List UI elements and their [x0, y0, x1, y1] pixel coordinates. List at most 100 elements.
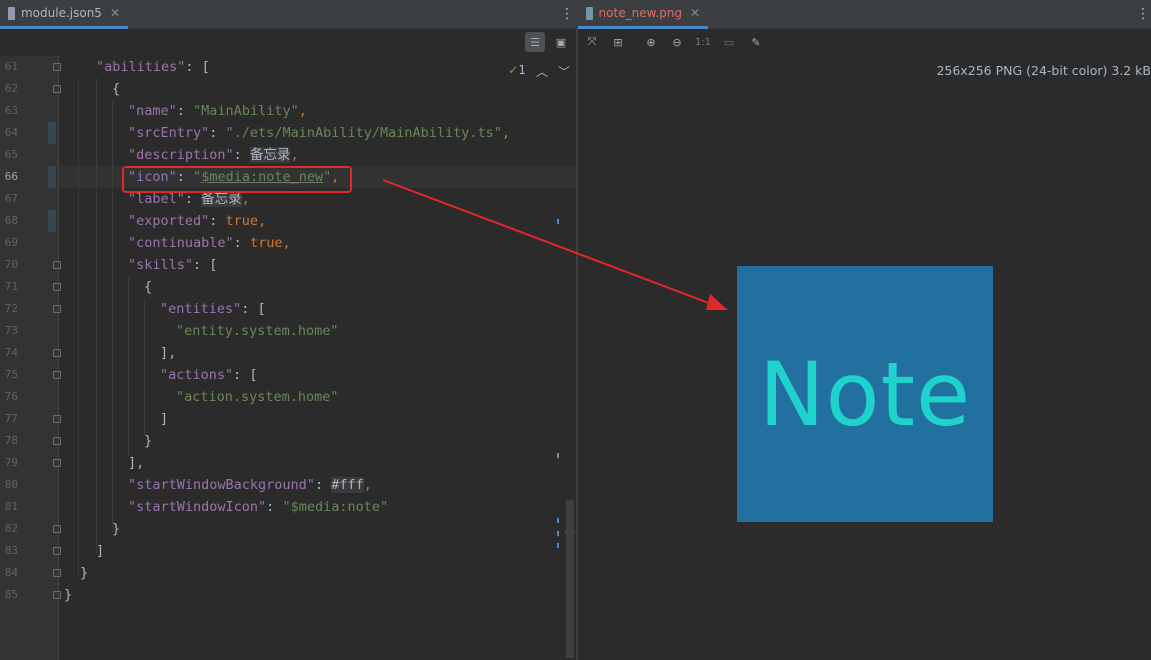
line-number: 74 — [4, 346, 18, 359]
fold-marker-icon[interactable] — [53, 591, 61, 599]
scroll-marker — [557, 453, 559, 458]
preview-view-icon[interactable]: ▣ — [551, 32, 571, 52]
json-key: "actions" — [160, 367, 234, 383]
image-preview: Note — [737, 266, 993, 522]
json-key: "startWindowIcon" — [128, 499, 267, 515]
line-number: 67 — [4, 192, 18, 205]
line-number: 84 — [4, 566, 18, 579]
punct: } — [144, 433, 153, 449]
grid-icon[interactable]: ⊞ — [608, 32, 628, 52]
code-line-65: "description": 备忘录, — [128, 147, 299, 163]
json-string: "entity.system.home" — [176, 323, 339, 339]
change-marker — [48, 210, 56, 232]
line-number: 72 — [4, 302, 18, 315]
line-number: 75 — [4, 368, 18, 381]
line-number: 65 — [4, 148, 18, 161]
image-file-icon — [586, 6, 593, 20]
viewer-toolbar: ⤧ ⊞ ⊕ ⊖ 1:1 ▭ ✎ 256x256 PNG (24-bit colo… — [578, 29, 1151, 78]
line-number: 63 — [4, 104, 18, 117]
json-value: 备忘录 — [249, 147, 291, 163]
zoom-out-icon[interactable]: ⊖ — [667, 32, 687, 52]
image-preview-text: Note — [758, 342, 972, 446]
punct: : [ — [241, 301, 266, 317]
json-string: "$media:note" — [282, 499, 389, 515]
background-toggle-icon[interactable]: ▭ — [719, 32, 739, 52]
more-options-icon[interactable]: ⋮ — [1136, 7, 1150, 21]
code-line-80: "startWindowBackground": #fff, — [128, 477, 372, 493]
tab-note-new-png[interactable]: note_new.png ✕ — [578, 0, 708, 29]
editor-tab-bar: module.json5 ✕ ⋮ — [0, 0, 576, 29]
fold-marker-icon[interactable] — [53, 459, 61, 467]
punct: { — [112, 81, 121, 97]
fold-marker-icon[interactable] — [53, 525, 61, 533]
code-area[interactable]: "abilities": [ { "name": "MainAbility", … — [64, 56, 576, 603]
zoom-in-icon[interactable]: ⊕ — [641, 32, 661, 52]
close-tab-icon[interactable]: ✕ — [110, 6, 120, 20]
json-key: "label" — [128, 191, 185, 207]
line-number: 71 — [4, 280, 18, 293]
inspection-ok-icon: ✓1 — [508, 63, 526, 77]
code-line-70: "skills": [ — [128, 254, 217, 276]
code-line-75: "actions": [ — [160, 364, 258, 386]
fold-marker-icon[interactable] — [53, 547, 61, 555]
code-line-76: "action.system.home" — [176, 386, 339, 408]
line-number: 80 — [4, 478, 18, 491]
fold-marker-icon[interactable] — [53, 569, 61, 577]
fold-marker-icon[interactable] — [53, 261, 61, 269]
fold-marker-icon[interactable] — [53, 85, 61, 93]
line-number: 68 — [4, 214, 18, 227]
close-tab-icon[interactable]: ✕ — [690, 6, 700, 20]
code-line-85: } — [64, 584, 72, 606]
punct: } — [80, 565, 89, 581]
json-key: "startWindowBackground" — [128, 477, 315, 493]
line-number: 61 — [4, 60, 18, 73]
json-key: "abilities" — [96, 59, 186, 75]
chevron-down-icon[interactable]: ﹀ — [558, 63, 570, 80]
punct: ] — [96, 543, 105, 559]
code-line-81: "startWindowIcon": "$media:note" — [128, 499, 389, 515]
inspection-count: 1 — [518, 63, 526, 77]
tab-label: note_new.png — [598, 6, 682, 20]
line-number: 69 — [4, 236, 18, 249]
punct: } — [112, 521, 121, 537]
color-picker-icon[interactable]: ✎ — [746, 32, 766, 52]
fit-to-window-icon[interactable]: ⤧ — [582, 32, 602, 52]
json-key: "exported" — [128, 213, 210, 229]
fold-marker-icon[interactable] — [53, 415, 61, 423]
code-line-73: "entity.system.home" — [176, 320, 339, 342]
json-value: #fff — [331, 477, 364, 493]
scroll-marker — [557, 531, 559, 536]
code-line-72: "entities": [ — [160, 298, 266, 320]
line-number: 81 — [4, 500, 18, 513]
vertical-scrollbar[interactable] — [566, 500, 574, 658]
punct: { — [144, 279, 153, 295]
actual-size-button[interactable]: 1:1 — [693, 32, 713, 52]
line-number: 77 — [4, 412, 18, 425]
json-string: "./ets/MainAbility/MainAbility.ts" — [225, 125, 502, 141]
fold-marker-icon[interactable] — [53, 371, 61, 379]
viewer-tab-bar: note_new.png ✕ ⋮ — [578, 0, 1151, 29]
scroll-marker — [557, 518, 559, 523]
fold-marker-icon[interactable] — [53, 63, 61, 71]
json-key: "skills" — [128, 257, 194, 273]
highlight-box — [122, 166, 352, 193]
inspection-widget[interactable]: ✓1 ︿ ﹀ — [508, 63, 570, 80]
json-key: "description" — [128, 147, 234, 163]
fold-marker-icon[interactable] — [53, 349, 61, 357]
line-number: 64 — [4, 126, 18, 139]
line-number: 82 — [4, 522, 18, 535]
line-number: 85 — [4, 588, 18, 601]
text-view-icon[interactable]: ☰ — [525, 32, 545, 52]
punct: ], — [160, 345, 177, 361]
more-options-icon[interactable]: ⋮ — [560, 7, 574, 21]
tab-module-json5[interactable]: module.json5 ✕ — [0, 0, 128, 29]
line-number: 66 — [4, 170, 18, 183]
fold-marker-icon[interactable] — [53, 305, 61, 313]
punct: : [ — [193, 257, 218, 273]
fold-marker-icon[interactable] — [53, 437, 61, 445]
scroll-marker — [557, 219, 559, 224]
editor-toolbar: ☰ ▣ — [0, 29, 576, 56]
json-key: "continuable" — [128, 235, 234, 251]
chevron-up-icon[interactable]: ︿ — [536, 63, 548, 80]
fold-marker-icon[interactable] — [53, 283, 61, 291]
